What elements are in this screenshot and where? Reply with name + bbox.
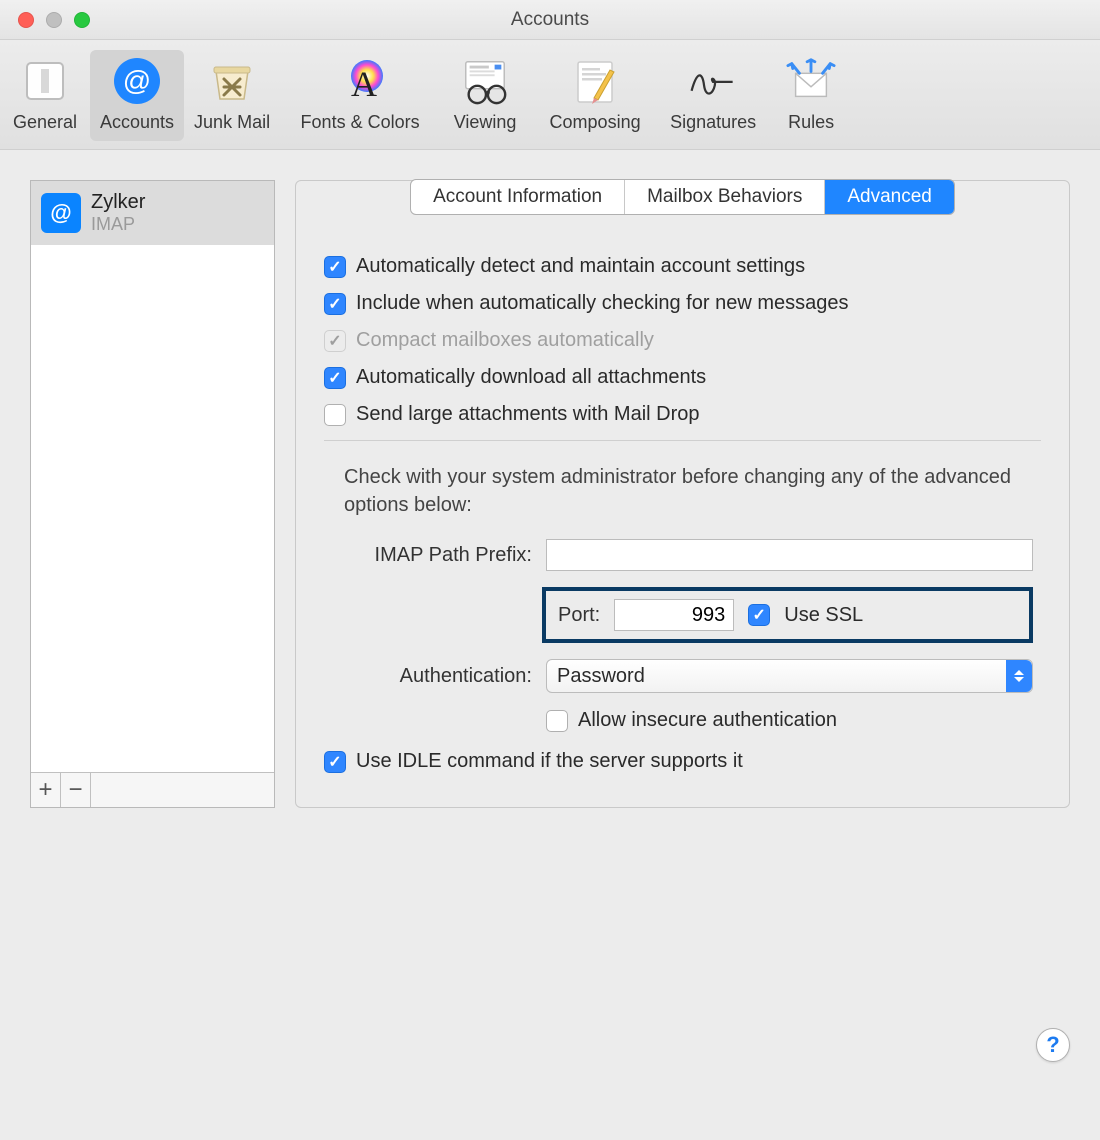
use-ssl-label: Use SSL bbox=[784, 604, 863, 627]
titlebar: Accounts bbox=[0, 0, 1100, 40]
checkbox bbox=[324, 330, 346, 352]
checkbox[interactable] bbox=[324, 367, 346, 389]
toolbar-item-fonts-colors[interactable]: A Fonts & Colors bbox=[280, 50, 440, 141]
toolbar-label: Viewing bbox=[454, 112, 517, 133]
toolbar-label: Junk Mail bbox=[194, 112, 270, 133]
option-label: Send large attachments with Mail Drop bbox=[356, 403, 700, 426]
checkbox[interactable] bbox=[324, 256, 346, 278]
toolbar-item-accounts[interactable]: @ Accounts bbox=[90, 50, 184, 141]
option-compact-mailboxes: Compact mailboxes automatically bbox=[324, 329, 1041, 352]
signatures-icon bbox=[688, 56, 738, 106]
junk-mail-icon bbox=[207, 56, 257, 106]
composing-icon bbox=[570, 56, 620, 106]
authentication-value: Password bbox=[557, 665, 645, 688]
rules-icon bbox=[786, 56, 836, 106]
authentication-select[interactable]: Password bbox=[546, 659, 1033, 693]
option-label: Automatically detect and maintain accoun… bbox=[356, 255, 805, 278]
remove-account-button[interactable]: − bbox=[61, 773, 91, 807]
divider bbox=[324, 440, 1041, 441]
toolbar-item-composing[interactable]: Composing bbox=[530, 50, 660, 141]
use-ssl-checkbox[interactable] bbox=[748, 604, 770, 626]
option-use-idle[interactable]: Use IDLE command if the server supports … bbox=[324, 750, 1041, 773]
toolbar-label: Composing bbox=[550, 112, 641, 133]
tab-mailbox-behaviors[interactable]: Mailbox Behaviors bbox=[624, 180, 824, 214]
close-window-button[interactable] bbox=[18, 12, 34, 28]
option-label: Allow insecure authentication bbox=[578, 709, 837, 732]
option-include-check[interactable]: Include when automatically checking for … bbox=[324, 292, 1041, 315]
toolbar-item-viewing[interactable]: Viewing bbox=[440, 50, 530, 141]
option-label: Automatically download all attachments bbox=[356, 366, 706, 389]
toolbar-item-general[interactable]: General bbox=[0, 50, 90, 141]
option-label: Compact mailboxes automatically bbox=[356, 329, 654, 352]
zoom-window-button[interactable] bbox=[74, 12, 90, 28]
svg-text:A: A bbox=[351, 64, 377, 104]
toolbar-label: General bbox=[13, 112, 77, 133]
window-controls bbox=[0, 12, 90, 28]
general-icon bbox=[20, 56, 70, 106]
imap-prefix-input[interactable] bbox=[546, 539, 1033, 571]
sidebar-spacer bbox=[31, 245, 274, 772]
account-row[interactable]: @ Zylker IMAP bbox=[31, 181, 274, 245]
toolbar-label: Fonts & Colors bbox=[301, 112, 420, 133]
select-stepper-icon bbox=[1006, 660, 1032, 692]
accounts-sidebar: @ Zylker IMAP + − bbox=[30, 180, 275, 808]
port-input[interactable] bbox=[614, 599, 734, 631]
account-name: Zylker bbox=[91, 191, 145, 214]
accounts-icon: @ bbox=[112, 56, 162, 106]
settings-panel: Account Information Mailbox Behaviors Ad… bbox=[295, 180, 1070, 808]
option-allow-insecure[interactable]: Allow insecure authentication bbox=[546, 709, 1033, 732]
tab-account-information[interactable]: Account Information bbox=[411, 180, 624, 214]
svg-text:@: @ bbox=[123, 65, 151, 96]
toolbar-label: Signatures bbox=[670, 112, 756, 133]
sidebar-footer: + − bbox=[31, 772, 274, 807]
toolbar-label: Rules bbox=[788, 112, 834, 133]
advanced-hint: Check with your system administrator bef… bbox=[344, 463, 1033, 519]
option-auto-detect[interactable]: Automatically detect and maintain accoun… bbox=[324, 255, 1041, 278]
tabs-bar: Account Information Mailbox Behaviors Ad… bbox=[296, 179, 1069, 215]
toolbar-label: Accounts bbox=[100, 112, 174, 133]
checkbox[interactable] bbox=[546, 710, 568, 732]
port-ssl-highlight: Port: Use SSL bbox=[542, 587, 1033, 643]
fonts-colors-icon: A bbox=[335, 56, 385, 106]
option-label: Use IDLE command if the server supports … bbox=[356, 750, 743, 773]
option-label: Include when automatically checking for … bbox=[356, 292, 848, 315]
account-type: IMAP bbox=[91, 214, 145, 235]
tab-advanced[interactable]: Advanced bbox=[824, 180, 954, 214]
help-button[interactable]: ? bbox=[1036, 1028, 1070, 1062]
checkbox[interactable] bbox=[324, 404, 346, 426]
option-mail-drop[interactable]: Send large attachments with Mail Drop bbox=[324, 403, 1041, 426]
port-label: Port: bbox=[558, 604, 600, 627]
checkbox[interactable] bbox=[324, 293, 346, 315]
content-area: @ Zylker IMAP + − Account Information Ma… bbox=[0, 150, 1100, 838]
window-title: Accounts bbox=[511, 9, 589, 31]
authentication-label: Authentication: bbox=[332, 665, 532, 688]
at-sign-icon: @ bbox=[41, 193, 81, 233]
viewing-icon bbox=[460, 56, 510, 106]
options-section: Automatically detect and maintain accoun… bbox=[296, 215, 1069, 807]
add-account-button[interactable]: + bbox=[31, 773, 61, 807]
minimize-window-button[interactable] bbox=[46, 12, 62, 28]
toolbar-item-signatures[interactable]: Signatures bbox=[660, 50, 766, 141]
imap-prefix-label: IMAP Path Prefix: bbox=[332, 544, 532, 567]
toolbar-item-rules[interactable]: Rules bbox=[766, 50, 856, 141]
checkbox[interactable] bbox=[324, 751, 346, 773]
toolbar-item-junk-mail[interactable]: Junk Mail bbox=[184, 50, 280, 141]
option-download-attachments[interactable]: Automatically download all attachments bbox=[324, 366, 1041, 389]
preferences-toolbar: General @ Accounts Junk Mail bbox=[0, 40, 1100, 150]
